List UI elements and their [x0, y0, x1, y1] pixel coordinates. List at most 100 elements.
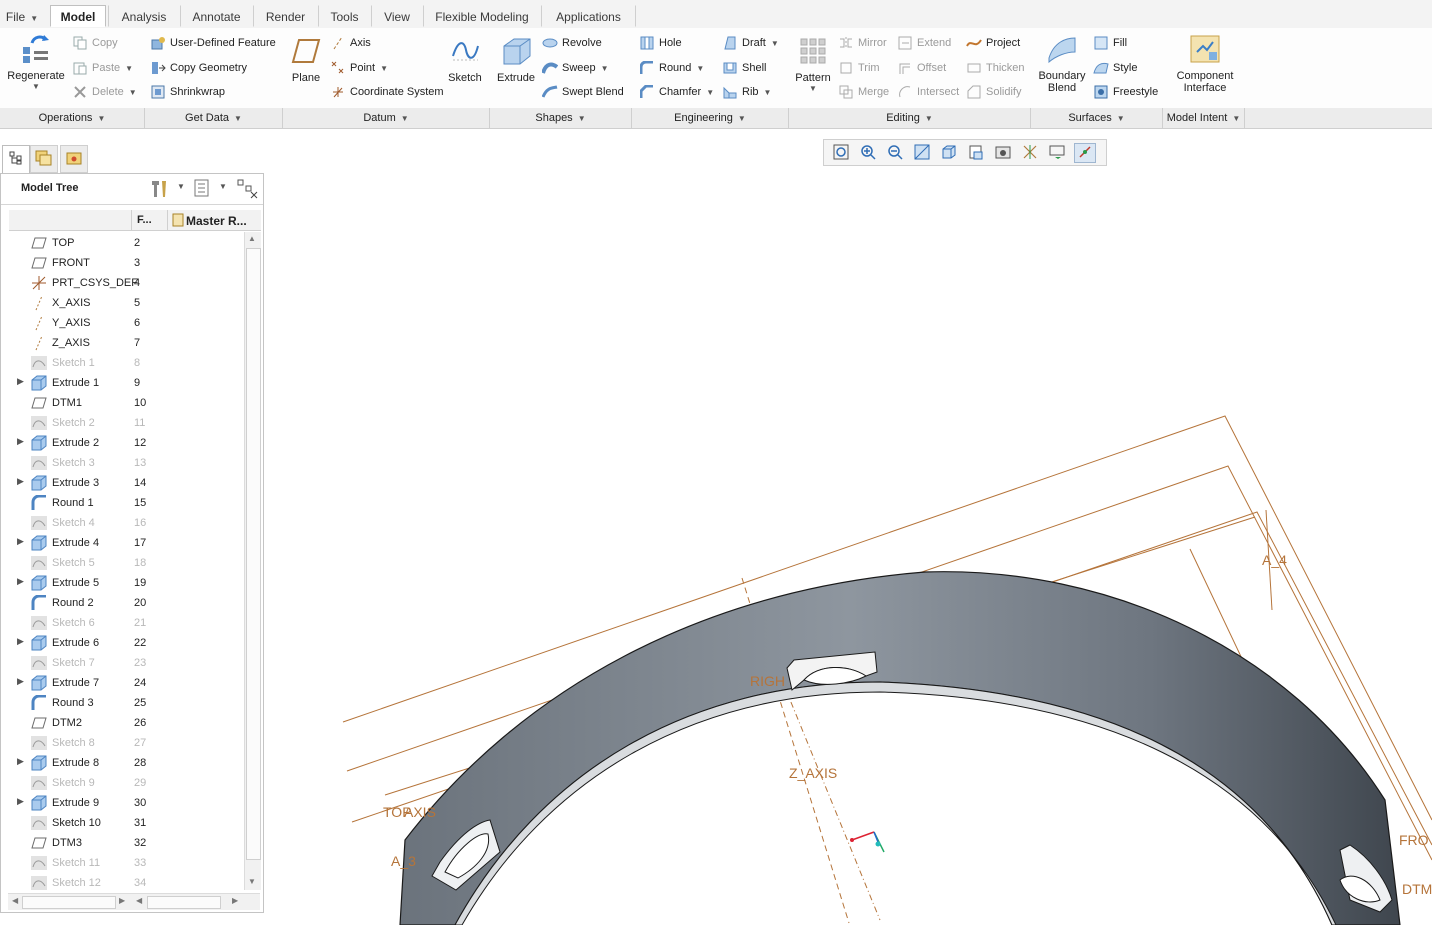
expand-arrow-icon[interactable]: ▶ — [17, 676, 24, 687]
tab-render[interactable]: Render — [253, 5, 318, 27]
tree-item[interactable]: Round 3 25 — [9, 693, 245, 713]
expand-arrow-icon[interactable]: ▶ — [17, 436, 24, 447]
tree-item[interactable]: DTM3 32 — [9, 833, 245, 853]
tree-item[interactable]: Sketch 7 23 — [9, 653, 245, 673]
tree-item[interactable]: Round 1 15 — [9, 493, 245, 513]
plane-button[interactable]: Plane — [285, 34, 327, 84]
group-engineering[interactable]: Engineering ▼ — [632, 108, 789, 128]
tab-layers[interactable] — [30, 145, 58, 173]
tab-file[interactable]: File ▼ — [2, 5, 42, 27]
copy-button[interactable]: Copy — [72, 35, 118, 51]
tree-item[interactable]: Sketch 6 21 — [9, 613, 245, 633]
tree-item[interactable]: Y_AXIS 6 — [9, 313, 245, 333]
scroll-right-arrow[interactable]: ▶ — [119, 896, 125, 905]
paste-button[interactable]: Paste ▼ — [72, 60, 133, 76]
tab-view[interactable]: View — [371, 5, 423, 27]
expand-arrow-icon[interactable]: ▶ — [17, 636, 24, 647]
expand-arrow-icon[interactable]: ▶ — [17, 376, 24, 387]
swept-blend-button[interactable]: Swept Blend — [542, 84, 624, 100]
user-defined-feature-button[interactable]: User-Defined Feature — [150, 35, 276, 51]
tree-item[interactable]: DTM2 26 — [9, 713, 245, 733]
tree-item[interactable]: X_AXIS 5 — [9, 293, 245, 313]
scroll-up-arrow[interactable]: ▲ — [248, 234, 256, 243]
tree-item[interactable]: TOP 2 — [9, 233, 245, 253]
tree-item[interactable]: PRT_CSYS_DEF 4 — [9, 273, 245, 293]
scroll-thumb[interactable] — [246, 248, 261, 860]
h-scroll-thumb-2[interactable] — [147, 896, 221, 909]
shell-button[interactable]: Shell — [722, 60, 766, 76]
group-surfaces[interactable]: Surfaces ▼ — [1031, 108, 1163, 128]
refit-button[interactable] — [830, 143, 852, 163]
col-master-rep[interactable]: Master R... — [186, 214, 247, 228]
tree-item[interactable]: ▶ Extrude 8 28 — [9, 753, 245, 773]
tree-settings-button[interactable] — [149, 179, 171, 202]
extend-button[interactable]: Extend — [897, 35, 951, 51]
hole-button[interactable]: Hole — [639, 35, 682, 51]
tab-annotate[interactable]: Annotate — [180, 5, 253, 27]
tree-item[interactable]: ▶ Extrude 5 19 — [9, 573, 245, 593]
ring-part[interactable] — [399, 571, 1401, 925]
expand-arrow-icon[interactable]: ▶ — [17, 536, 24, 547]
mirror-button[interactable]: Mirror — [838, 35, 887, 51]
tree-item[interactable]: ▶ Extrude 4 17 — [9, 533, 245, 553]
merge-button[interactable]: Merge — [838, 84, 889, 100]
intersect-button[interactable]: Intersect — [897, 84, 959, 100]
spin-center-button[interactable] — [1074, 143, 1096, 163]
rib-button[interactable]: Rib ▼ — [722, 84, 771, 100]
shrinkwrap-button[interactable]: Shrinkwrap — [150, 84, 225, 100]
regenerate-button[interactable]: Regenerate ▼ — [4, 32, 68, 91]
group-editing[interactable]: Editing ▼ — [789, 108, 1031, 128]
delete-button[interactable]: Delete ▼ — [72, 84, 137, 100]
tree-item[interactable]: Sketch 11 33 — [9, 853, 245, 873]
sweep-button[interactable]: Sweep ▼ — [542, 60, 609, 76]
offset-button[interactable]: Offset — [897, 60, 946, 76]
tree-item[interactable]: ▶ Extrude 6 22 — [9, 633, 245, 653]
display-style-button[interactable] — [938, 143, 960, 163]
style-button[interactable]: Style — [1093, 60, 1137, 76]
tree-item[interactable]: ▶ Extrude 3 14 — [9, 473, 245, 493]
tree-item[interactable]: Sketch 2 11 — [9, 413, 245, 433]
project-button[interactable]: Project — [966, 35, 1020, 51]
sketch-button[interactable]: Sketch — [445, 34, 485, 84]
tree-item[interactable]: Z_AXIS 7 — [9, 333, 245, 353]
view-manager-button[interactable] — [992, 143, 1014, 163]
trim-button[interactable]: Trim — [838, 60, 880, 76]
group-datum[interactable]: Datum ▼ — [283, 108, 490, 128]
solidify-button[interactable]: Solidify — [966, 84, 1021, 100]
freestyle-button[interactable]: Freestyle — [1093, 84, 1158, 100]
tree-item[interactable]: ▶ Extrude 7 24 — [9, 673, 245, 693]
tree-item[interactable]: ▶ Extrude 9 30 — [9, 793, 245, 813]
tree-item[interactable]: ▶ Extrude 2 12 — [9, 433, 245, 453]
scroll-left-arrow[interactable]: ◀ — [12, 896, 18, 905]
datum-display-button[interactable] — [1019, 143, 1041, 163]
col-feature-number[interactable]: F... — [137, 214, 152, 226]
annotation-display-button[interactable] — [1046, 143, 1068, 163]
tab-tools[interactable]: Tools — [318, 5, 371, 27]
expand-arrow-icon[interactable]: ▶ — [17, 796, 24, 807]
thicken-button[interactable]: Thicken — [966, 60, 1025, 76]
draft-button[interactable]: Draft ▼ — [722, 35, 779, 51]
h-scroll-thumb[interactable] — [22, 896, 116, 909]
tree-filter-button[interactable] — [237, 179, 259, 202]
group-operations[interactable]: Operations ▼ — [0, 108, 145, 128]
tab-analysis[interactable]: Analysis — [108, 5, 180, 27]
tree-item[interactable]: ▶ Extrude 1 9 — [9, 373, 245, 393]
group-model-intent[interactable]: Model Intent ▼ — [1163, 108, 1245, 128]
fill-button[interactable]: Fill — [1093, 35, 1127, 51]
tree-item[interactable]: Sketch 9 29 — [9, 773, 245, 793]
graphics-viewport[interactable]: Z_AXIS TOP AXIS RIGH A_4 A_3 FRO DTM — [265, 128, 1432, 925]
tree-show-caret[interactable]: ▼ — [219, 182, 227, 191]
scroll-down-arrow[interactable]: ▼ — [248, 877, 256, 886]
point-button[interactable]: Point ▼ — [330, 60, 388, 76]
tab-favorites[interactable] — [60, 145, 88, 173]
regenerate-caret[interactable]: ▼ — [4, 82, 68, 91]
scroll-right-arrow-2[interactable]: ▶ — [232, 896, 238, 905]
expand-arrow-icon[interactable]: ▶ — [17, 576, 24, 587]
group-get-data[interactable]: Get Data ▼ — [145, 108, 283, 128]
tree-show-button[interactable] — [194, 179, 210, 200]
tree-vertical-scrollbar[interactable]: ▲ ▼ — [244, 232, 261, 890]
tree-item[interactable]: Sketch 1 8 — [9, 353, 245, 373]
tree-item[interactable]: Sketch 10 31 — [9, 813, 245, 833]
tab-applications[interactable]: Applications — [541, 5, 636, 27]
chamfer-button[interactable]: Chamfer ▼ — [639, 84, 714, 100]
